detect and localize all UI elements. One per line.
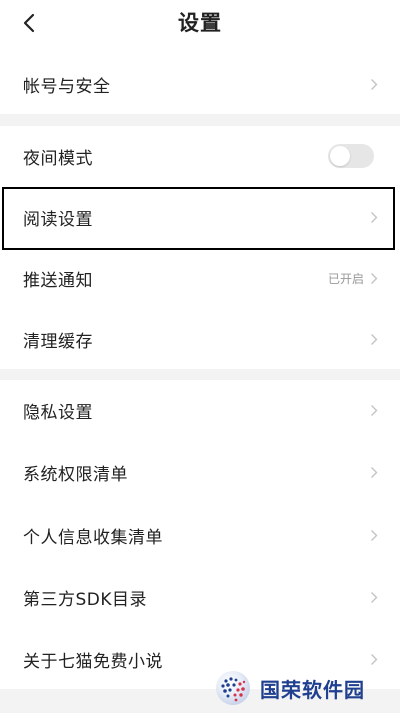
settings-item-push-notifications[interactable]: 推送通知 已开启 (0, 248, 400, 308)
globe-logo-icon (216, 671, 250, 705)
chevron-right-icon (371, 653, 378, 665)
chevron-right-icon (371, 529, 378, 541)
watermark-text: 国荣软件园 (260, 677, 365, 702)
settings-item-account-security[interactable]: 帐号与安全 (0, 54, 400, 114)
settings-item-label: 第三方SDK目录 (23, 589, 148, 610)
chevron-right-icon (371, 333, 378, 345)
settings-item-clear-cache[interactable]: 清理缓存 (0, 309, 400, 369)
settings-item-label: 推送通知 (23, 270, 93, 291)
settings-item-label: 夜间模式 (23, 148, 93, 169)
page-title: 设置 (178, 11, 222, 35)
night-mode-toggle[interactable] (328, 144, 374, 168)
settings-item-label: 阅读设置 (23, 209, 93, 230)
settings-item-label: 个人信息收集清单 (23, 527, 163, 548)
chevron-right-icon (371, 78, 378, 90)
chevron-right-icon (371, 211, 378, 223)
settings-item-third-party-sdk[interactable]: 第三方SDK目录 (0, 567, 400, 627)
chevron-right-icon (371, 272, 378, 284)
settings-item-label: 隐私设置 (23, 402, 93, 423)
settings-item-personal-info[interactable]: 个人信息收集清单 (0, 505, 400, 565)
settings-item-system-permissions[interactable]: 系统权限清单 (0, 442, 400, 502)
watermark: 国荣软件园 (214, 668, 365, 708)
settings-item-privacy[interactable]: 隐私设置 (0, 380, 400, 440)
settings-item-label: 清理缓存 (23, 331, 93, 352)
chevron-right-icon (371, 404, 378, 416)
push-status-value: 已开启 (327, 271, 364, 286)
chevron-right-icon (371, 591, 378, 603)
section-divider (0, 114, 400, 126)
settings-item-night-mode: 夜间模式 (0, 126, 400, 186)
toggle-knob (330, 146, 350, 166)
top-bar: 设置 (0, 0, 400, 46)
settings-item-reading[interactable]: 阅读设置 (0, 187, 400, 247)
chevron-right-icon (371, 466, 378, 478)
settings-item-label: 帐号与安全 (23, 76, 111, 97)
settings-item-label: 系统权限清单 (23, 464, 128, 485)
